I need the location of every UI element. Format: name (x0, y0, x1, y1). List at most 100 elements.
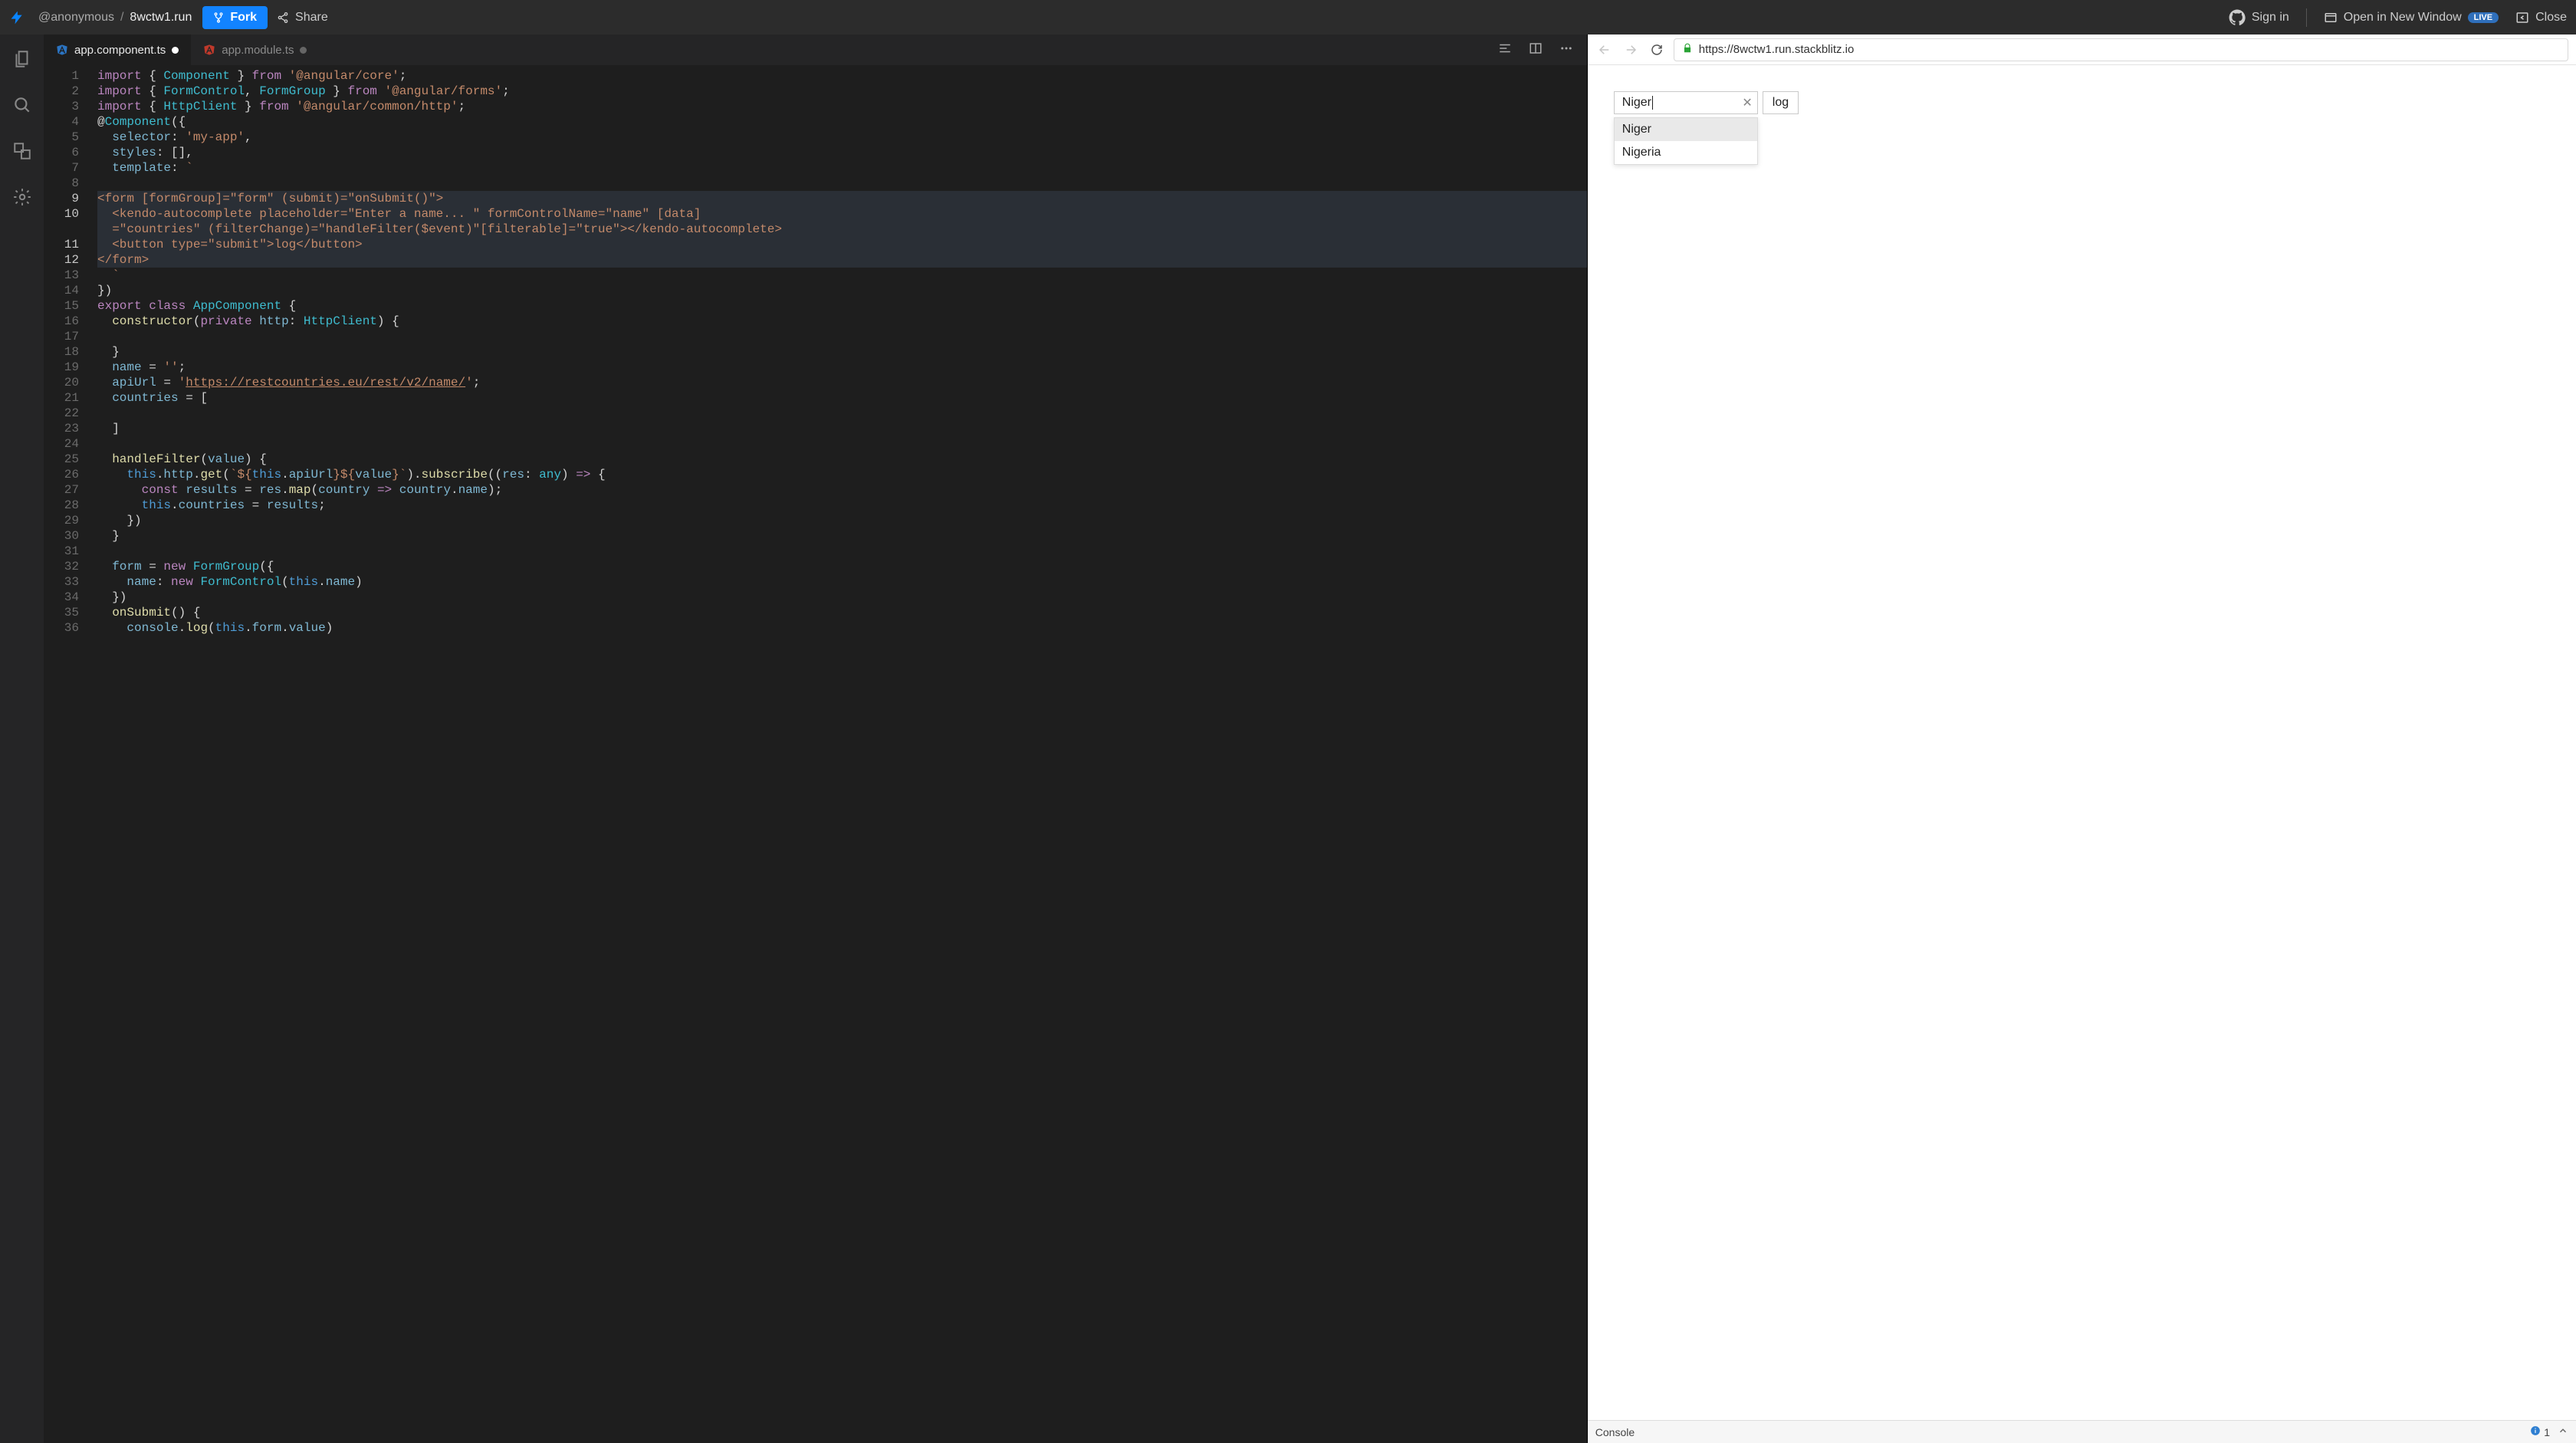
reload-icon[interactable] (1648, 41, 1666, 59)
line-number: 30 (44, 528, 97, 544)
address-bar[interactable]: https://8wctw1.run.stackblitz.io (1674, 38, 2568, 61)
code-text: onSubmit() { (97, 605, 1587, 620)
search-icon[interactable] (10, 93, 34, 117)
live-badge: LIVE (2468, 12, 2499, 23)
code-text: <button type="submit">log</button> (97, 237, 1587, 252)
share-button-label: Share (295, 11, 328, 25)
format-icon[interactable] (1498, 41, 1512, 59)
code-line[interactable]: 17 (44, 329, 1587, 344)
split-editor-icon[interactable] (1529, 41, 1543, 59)
code-line[interactable]: 12</form> (44, 252, 1587, 268)
chevron-up-icon[interactable] (2558, 1425, 2568, 1438)
line-number: 17 (44, 329, 97, 344)
code-line[interactable]: 25 handleFilter(value) { (44, 452, 1587, 467)
code-line[interactable]: 27 const results = res.map(country => co… (44, 482, 1587, 498)
editor-tab[interactable]: app.component.ts (44, 35, 191, 65)
code-line[interactable]: 7 template: ` (44, 160, 1587, 176)
code-line[interactable]: 6 styles: [], (44, 145, 1587, 160)
autocomplete-input[interactable]: Niger ✕ (1614, 91, 1758, 114)
code-line[interactable]: 32 form = new FormGroup({ (44, 559, 1587, 574)
code-line[interactable]: 11 <button type="submit">log</button> (44, 237, 1587, 252)
line-number: 23 (44, 421, 97, 436)
line-number: 25 (44, 452, 97, 467)
share-button[interactable]: Share (277, 11, 328, 25)
breadcrumb-project[interactable]: 8wctw1.run (130, 11, 192, 25)
code-line[interactable]: 16 constructor(private http: HttpClient)… (44, 314, 1587, 329)
line-number: 11 (44, 237, 97, 252)
code-line[interactable]: 4@Component({ (44, 114, 1587, 130)
editor-tab[interactable]: app.module.ts (191, 35, 319, 65)
fork-icon (213, 12, 224, 23)
autocomplete-item[interactable]: Niger (1615, 118, 1757, 141)
code-line[interactable]: 2import { FormControl, FormGroup } from … (44, 84, 1587, 99)
code-line[interactable]: 33 name: new FormControl(this.name) (44, 574, 1587, 590)
activity-bar (0, 35, 44, 1443)
nav-back-icon[interactable] (1595, 41, 1614, 59)
code-line[interactable]: 29 }) (44, 513, 1587, 528)
code-line[interactable]: 31 (44, 544, 1587, 559)
ports-icon[interactable] (10, 139, 34, 163)
code-line[interactable]: 24 (44, 436, 1587, 452)
close-label: Close (2535, 11, 2567, 25)
code-line[interactable]: 36 console.log(this.form.value) (44, 620, 1587, 636)
dirty-indicator-icon (172, 47, 179, 54)
line-number: 24 (44, 436, 97, 452)
code-line[interactable]: 20 apiUrl = 'https://restcountries.eu/re… (44, 375, 1587, 390)
close-button[interactable]: Close (2515, 11, 2567, 25)
code-line[interactable]: 5 selector: 'my-app', (44, 130, 1587, 145)
code-line[interactable]: 35 onSubmit() { (44, 605, 1587, 620)
clear-input-icon[interactable]: ✕ (1742, 95, 1752, 110)
settings-icon[interactable] (10, 185, 34, 209)
line-number: 28 (44, 498, 97, 513)
text-caret (1652, 96, 1653, 110)
code-text: handleFilter(value) { (97, 452, 1587, 467)
lock-icon (1682, 43, 1693, 57)
console-bar[interactable]: Console 1 (1588, 1420, 2576, 1443)
code-line[interactable]: 28 this.countries = results; (44, 498, 1587, 513)
code-text: import { HttpClient } from '@angular/com… (97, 99, 1587, 114)
code-text: } (97, 344, 1587, 360)
open-new-window-button[interactable]: Open in New Window LIVE (2324, 11, 2499, 25)
code-line[interactable]: 8 (44, 176, 1587, 191)
line-number: 18 (44, 344, 97, 360)
autocomplete-item[interactable]: Nigeria (1615, 141, 1757, 164)
line-number: 34 (44, 590, 97, 605)
line-number: 33 (44, 574, 97, 590)
code-line[interactable]: 18 } (44, 344, 1587, 360)
log-button[interactable]: log (1763, 91, 1799, 114)
address-url: https://8wctw1.run.stackblitz.io (1699, 43, 1855, 56)
code-editor[interactable]: 1import { Component } from '@angular/cor… (44, 65, 1587, 1443)
github-icon (2229, 9, 2246, 26)
code-line[interactable]: 34 }) (44, 590, 1587, 605)
line-number: 4 (44, 114, 97, 130)
line-number: 22 (44, 406, 97, 421)
line-number: 35 (44, 605, 97, 620)
signin-button[interactable]: Sign in (2229, 9, 2289, 26)
angular-icon (203, 44, 215, 56)
files-icon[interactable] (10, 47, 34, 71)
code-line[interactable]: 9<form [formGroup]="form" (submit)="onSu… (44, 191, 1587, 206)
code-line[interactable]: 21 countries = [ (44, 390, 1587, 406)
code-line[interactable]: 13 ` (44, 268, 1587, 283)
code-line[interactable]: ="countries" (filterChange)="handleFilte… (44, 222, 1587, 237)
code-line[interactable]: 19 name = ''; (44, 360, 1587, 375)
line-number: 10 (44, 206, 97, 222)
code-line[interactable]: 15export class AppComponent { (44, 298, 1587, 314)
fork-button[interactable]: Fork (202, 6, 268, 29)
line-number: 19 (44, 360, 97, 375)
code-line[interactable]: 22 (44, 406, 1587, 421)
line-number: 5 (44, 130, 97, 145)
line-number: 3 (44, 99, 97, 114)
code-line[interactable]: 14}) (44, 283, 1587, 298)
breadcrumb-user[interactable]: @anonymous (38, 11, 114, 25)
more-icon[interactable] (1559, 41, 1573, 59)
fork-button-label: Fork (230, 11, 257, 25)
signin-label: Sign in (2252, 11, 2289, 25)
code-line[interactable]: 10 <kendo-autocomplete placeholder="Ente… (44, 206, 1587, 222)
code-line[interactable]: 30 } (44, 528, 1587, 544)
nav-forward-icon[interactable] (1622, 41, 1640, 59)
code-line[interactable]: 3import { HttpClient } from '@angular/co… (44, 99, 1587, 114)
code-line[interactable]: 1import { Component } from '@angular/cor… (44, 68, 1587, 84)
code-line[interactable]: 23 ] (44, 421, 1587, 436)
code-line[interactable]: 26 this.http.get(`${this.apiUrl}${value}… (44, 467, 1587, 482)
